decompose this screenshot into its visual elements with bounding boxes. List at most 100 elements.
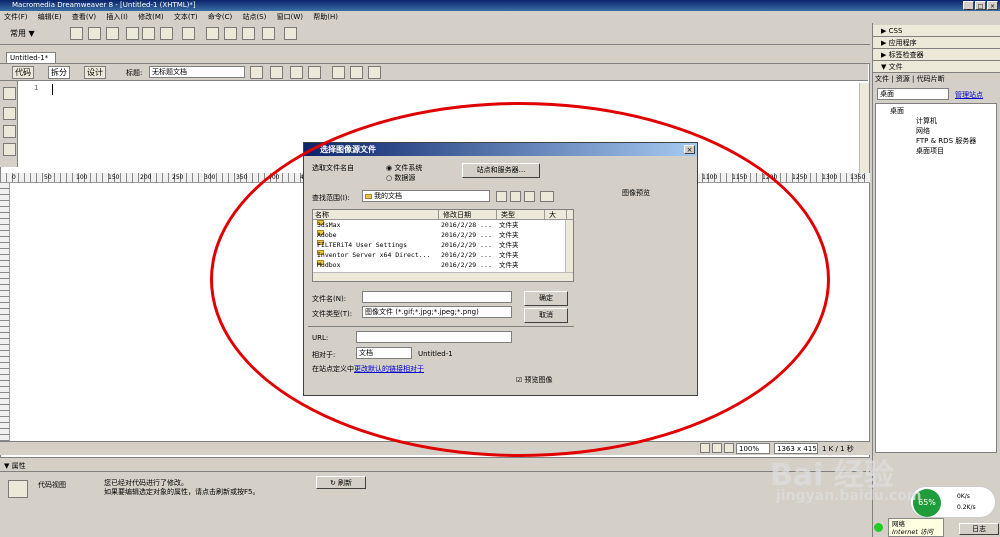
look-in-select[interactable]: 我的文档 — [362, 190, 490, 202]
open-documents-icon[interactable] — [3, 87, 16, 100]
column-date[interactable]: 修改日期 — [441, 210, 497, 220]
named-anchor-icon[interactable] — [106, 27, 119, 40]
change-default-link[interactable]: 更改默认的链接相对于 — [354, 365, 424, 373]
cancel-button[interactable]: 取消 — [524, 308, 568, 323]
manage-sites-link[interactable]: 管理站点 — [955, 90, 983, 100]
menu-commands[interactable]: 命令(C) — [208, 13, 232, 21]
ruler-tick: 1300 — [822, 174, 838, 181]
code-view-button[interactable]: 代码 — [12, 66, 34, 79]
globe-icon[interactable] — [308, 66, 321, 79]
column-size[interactable]: 大 — [547, 210, 567, 220]
relative-to-select[interactable]: 文档 — [356, 347, 412, 359]
head-icon[interactable] — [284, 27, 297, 40]
files-panel-header[interactable]: ▼ 文件 — [873, 61, 1000, 73]
preview-images-checkbox[interactable]: ☑ 预览图像 — [516, 375, 553, 385]
radio-data-source[interactable]: ○ 数据源 — [386, 173, 415, 183]
tree-desktop-items[interactable]: 桌面项目 — [916, 146, 944, 157]
tag-inspector-header[interactable]: ▶ 标签检查器 — [873, 49, 1000, 61]
code-scrollbar[interactable] — [859, 83, 869, 173]
list-item[interactable]: 3dsMax 2016/2/28 ... 文件夹 — [313, 220, 565, 230]
hyperlink-icon[interactable] — [70, 27, 83, 40]
template-icon[interactable] — [242, 27, 255, 40]
file-list-vscrollbar[interactable] — [565, 220, 573, 272]
list-item[interactable]: Adobe 2016/2/29 ... 文件夹 — [313, 230, 565, 240]
radio-file-system[interactable]: ◉ 文件系统 — [386, 163, 422, 173]
menu-window[interactable]: 窗口(W) — [277, 13, 303, 21]
css-panel-header[interactable]: ▶ CSS — [873, 25, 1000, 37]
zoom-select[interactable]: 100% — [736, 443, 770, 454]
filename-input[interactable] — [362, 291, 512, 303]
menu-help[interactable]: 帮助(H) — [313, 13, 338, 21]
layer-icon[interactable] — [142, 27, 155, 40]
list-item[interactable]: FILTERiT4 User Settings 2016/2/29 ... 文件夹 — [313, 240, 565, 250]
file-list-hscrollbar[interactable] — [313, 272, 573, 281]
table-icon[interactable] — [126, 27, 139, 40]
up-folder-icon[interactable] — [510, 191, 521, 202]
site-location-select[interactable]: 桌面 — [877, 88, 949, 100]
view-menu-icon[interactable] — [540, 191, 554, 202]
design-view-button[interactable]: 设计 — [84, 66, 106, 79]
insert-category-select[interactable]: 常用 ▼ — [10, 28, 35, 39]
tree-desktop[interactable]: 桌面 — [890, 106, 904, 117]
tab-assets[interactable]: 资源 — [896, 75, 910, 83]
image-icon[interactable] — [160, 27, 173, 40]
title-input[interactable]: 无标题文档 — [149, 66, 245, 78]
column-type[interactable]: 类型 — [499, 210, 545, 220]
properties-header[interactable]: ▼ 属性 — [0, 460, 870, 472]
ruler-tick: 350 — [236, 174, 248, 181]
hand-tool-icon[interactable] — [712, 443, 722, 453]
zoom-tool-icon[interactable] — [724, 443, 734, 453]
file-type: 文件夹 — [499, 241, 519, 249]
refresh-button[interactable]: ↻ 刷新 — [316, 476, 366, 489]
url-input[interactable] — [356, 331, 512, 343]
look-in-label: 查找范围(I): — [312, 194, 350, 202]
new-folder-icon[interactable] — [524, 191, 535, 202]
menu-insert[interactable]: 插入(I) — [106, 13, 128, 21]
log-button[interactable]: 日志 — [959, 523, 999, 535]
dialog-close-icon[interactable]: × — [684, 145, 695, 154]
refresh-instruction: 如果要编辑选定对象的属性，请点击刷新或按F5。 — [104, 488, 260, 496]
file-type: 文件夹 — [499, 251, 519, 259]
preview-browser-icon[interactable] — [270, 66, 283, 79]
tag-chooser-icon[interactable] — [262, 27, 275, 40]
filetype-select[interactable]: 图像文件 (*.gif;*.jpg;*.jpeg;*.png) — [362, 306, 512, 318]
debug-icon[interactable] — [290, 66, 303, 79]
file-management-icon[interactable] — [250, 66, 263, 79]
select-parent-tag-icon[interactable] — [3, 143, 16, 156]
close-icon[interactable]: × — [987, 1, 998, 10]
document-toolbar: 代码 拆分 设计 标题: 无标题文档 — [0, 64, 868, 81]
server-comment-icon[interactable] — [224, 27, 237, 40]
list-item[interactable]: Inventor Server x64 Direct... 2016/2/29 .… — [313, 250, 565, 260]
expand-icon[interactable] — [3, 125, 16, 138]
column-name[interactable]: 名称 — [313, 210, 439, 220]
file-date: 2016/2/29 ... — [441, 241, 492, 249]
view-options-icon[interactable] — [350, 66, 363, 79]
file-date: 2016/2/29 ... — [441, 261, 492, 269]
collapse-icon[interactable] — [3, 107, 16, 120]
select-tool-icon[interactable] — [700, 443, 710, 453]
minimize-icon[interactable]: _ — [963, 1, 974, 10]
menu-text[interactable]: 文本(T) — [174, 13, 198, 21]
date-icon[interactable] — [206, 27, 219, 40]
visual-aids-icon[interactable] — [368, 66, 381, 79]
line-number: 1 — [34, 84, 39, 92]
media-icon[interactable] — [182, 27, 195, 40]
tab-files[interactable]: 文件 — [875, 75, 889, 83]
list-item[interactable]: Mudbox 2016/2/29 ... 文件夹 — [313, 260, 565, 270]
menu-site[interactable]: 站点(S) — [242, 13, 266, 21]
ok-button[interactable]: 确定 — [524, 291, 568, 306]
menu-file[interactable]: 文件(F) — [4, 13, 28, 21]
menu-view[interactable]: 查看(V) — [72, 13, 96, 21]
application-panel-header[interactable]: ▶ 应用程序 — [873, 37, 1000, 49]
menu-modify[interactable]: 修改(M) — [138, 13, 164, 21]
network-status-icon[interactable] — [874, 523, 883, 532]
back-icon[interactable] — [496, 191, 507, 202]
properties-title: 属性 — [11, 462, 26, 470]
split-view-button[interactable]: 拆分 — [48, 66, 70, 79]
sites-servers-button[interactable]: 站点和服务器... — [462, 163, 540, 178]
email-link-icon[interactable] — [88, 27, 101, 40]
refresh-icon[interactable] — [332, 66, 345, 79]
menu-edit[interactable]: 编辑(E) — [38, 13, 62, 21]
maximize-icon[interactable]: □ — [975, 1, 986, 10]
tab-snippets[interactable]: 代码片断 — [917, 75, 945, 83]
